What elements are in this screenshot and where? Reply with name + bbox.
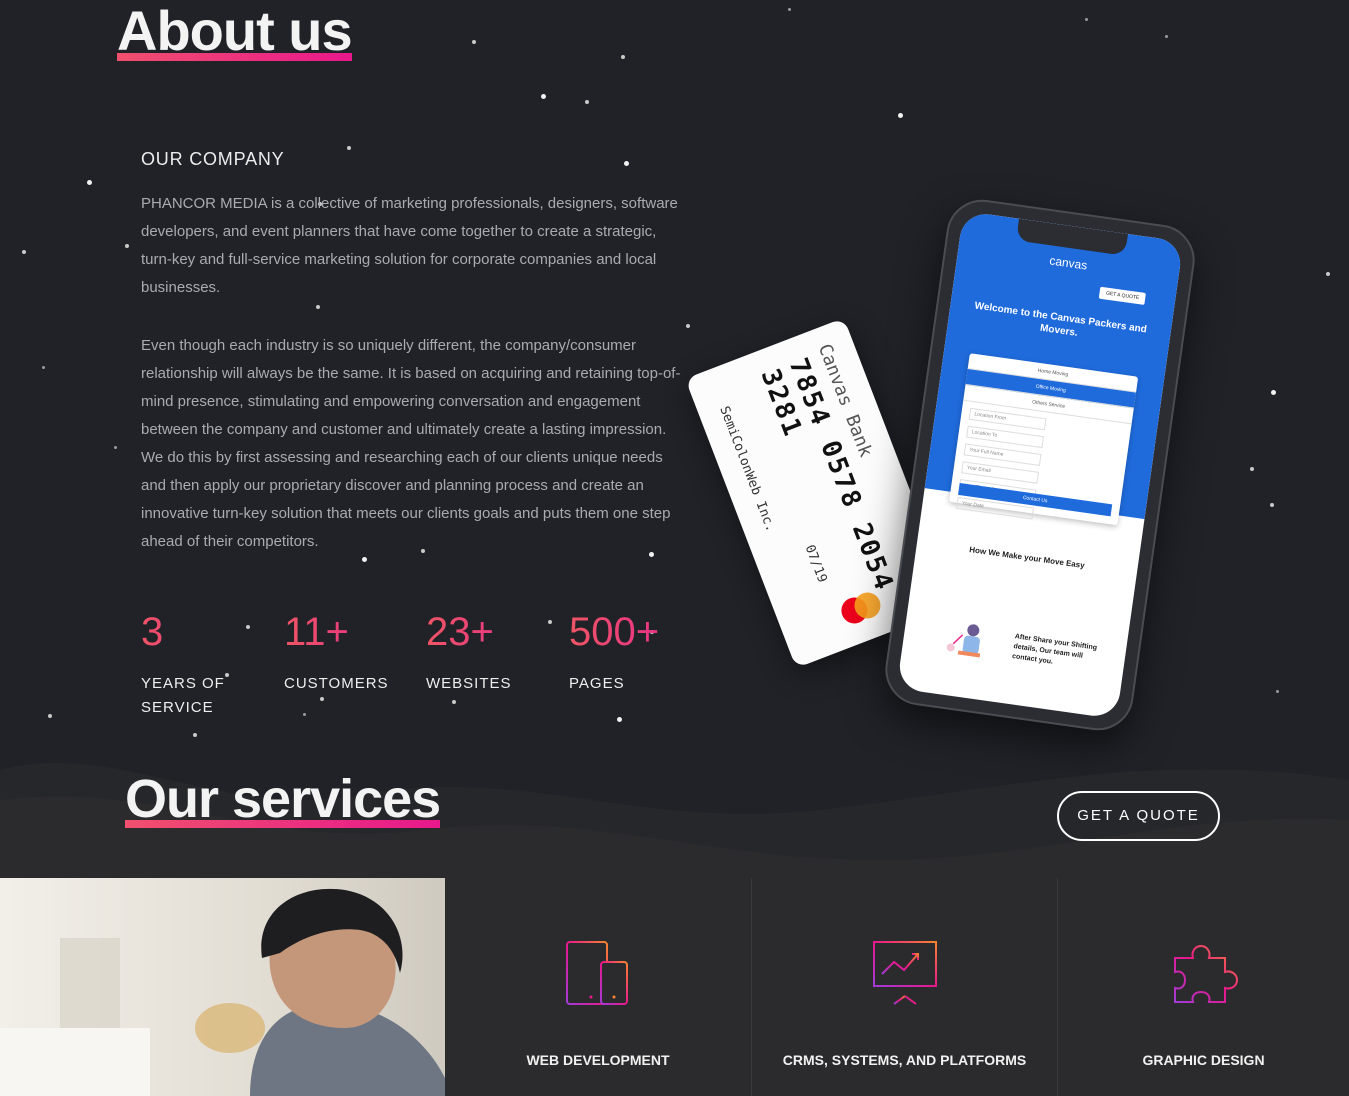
service-name: GRAPHIC DESIGN (1142, 1052, 1265, 1068)
star (22, 250, 26, 254)
service-graphic-design[interactable]: GRAPHIC DESIGN (1057, 878, 1349, 1096)
star (1250, 467, 1254, 471)
company-label: OUR COMPANY (141, 149, 285, 169)
star (898, 113, 903, 118)
star (1165, 35, 1168, 38)
about-paragraph-2: Even though each industry is so uniquely… (141, 337, 681, 550)
star (624, 161, 629, 166)
star (193, 733, 197, 737)
service-name: CRMS, SYSTEMS, AND PLATFORMS (782, 1052, 1027, 1068)
stat-customers: 11+ CUSTOMERS (284, 612, 404, 696)
star (87, 180, 92, 185)
services-photo (0, 878, 445, 1096)
star (316, 305, 320, 309)
star (125, 244, 129, 248)
star (686, 324, 690, 328)
stat-years: 3 YEARS OF SERVICE (141, 612, 231, 720)
phone-share-title: After Share your Shifting details, Our t… (1011, 633, 1098, 666)
service-crms[interactable]: CRMS, SYSTEMS, AND PLATFORMS (751, 878, 1057, 1096)
stat-value: 500+ (569, 612, 689, 652)
puzzle-icon (1173, 944, 1238, 1003)
star (548, 620, 552, 624)
stat-value: 23+ (426, 612, 546, 652)
phone-form: Home Moving Office Moving Others Service… (949, 353, 1139, 526)
stat-label: WEBSITES (426, 675, 512, 692)
about-paragraph-1: PHANCOR MEDIA is a collective of marketi… (141, 195, 678, 296)
star (320, 697, 324, 701)
stat-label: PAGES (569, 675, 625, 692)
stat-value: 3 (141, 612, 231, 652)
get-quote-button[interactable]: GET A QUOTE (1057, 791, 1220, 841)
phone-mockup: canvas GET A QUOTE Welcome to the Canvas… (880, 195, 1200, 735)
phone-screen: canvas GET A QUOTE Welcome to the Canvas… (896, 210, 1184, 720)
person-illustration-icon (946, 624, 981, 658)
star (585, 100, 589, 104)
star (788, 8, 791, 11)
man-working-image (0, 878, 445, 1096)
star (362, 557, 367, 562)
star (621, 55, 625, 59)
star (246, 625, 250, 629)
about-title: About us (117, 0, 353, 62)
star (114, 446, 117, 449)
page: About us OUR COMPANY PHANCOR MEDIA is a … (0, 0, 1349, 1096)
card-holder: SemiColonWeb Inc. (716, 404, 778, 534)
star (42, 366, 45, 369)
star (1326, 272, 1330, 276)
star (48, 714, 52, 718)
star (303, 713, 306, 716)
star (1276, 690, 1279, 693)
stat-label: CUSTOMERS (284, 675, 389, 692)
service-web-development[interactable]: WEB DEVELOPMENT (445, 878, 751, 1096)
stat-websites: 23+ WEBSITES (426, 612, 546, 696)
star (541, 94, 546, 99)
star (452, 700, 456, 704)
star (347, 146, 351, 150)
star (1085, 18, 1088, 21)
star (1271, 390, 1276, 395)
stat-pages: 500+ PAGES (569, 612, 689, 696)
star (472, 40, 476, 44)
devices-icon (566, 941, 628, 1005)
services-title: Our services (125, 769, 441, 829)
stat-value: 11+ (284, 612, 404, 652)
presentation-chart-icon (871, 940, 938, 1005)
star (617, 717, 622, 722)
phone-how-title: How We Make your Move Easy (968, 545, 1086, 571)
star (1270, 503, 1274, 507)
stat-label: YEARS OF SERVICE (141, 675, 225, 716)
service-name: WEB DEVELOPMENT (526, 1052, 670, 1068)
